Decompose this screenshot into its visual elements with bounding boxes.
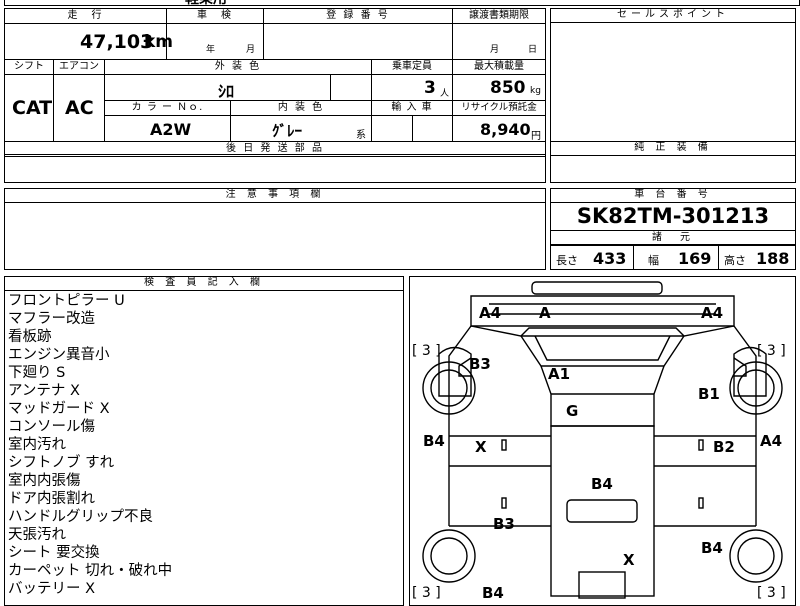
specs-label: 諸 元 [550,230,796,245]
tire-rear-right-grade: [ 3 ] [757,585,786,600]
capacity-label: 乗車定員 [371,59,453,75]
inspector-note: エンジン異音小 [8,347,110,363]
mark-a4-right: A4 [760,432,782,450]
inspector-note: 看板跡 [8,329,52,345]
sales-point-box [550,8,796,143]
max-load-unit: kg [530,86,541,96]
inspector-note: 下廻り S [8,365,66,381]
later-parts-label: 後 日 発 送 部 品 [4,141,546,157]
spec-height-label: 高さ [724,254,746,267]
mark-x-bed: X [623,551,635,569]
mark-g-roof: G [566,402,578,420]
mark-b3-front-left: B3 [469,355,491,373]
aircon-value: AC [65,97,94,119]
inspector-note: アンテナ X [8,383,80,399]
chassis-number: SK82TM-301213 [576,204,770,228]
interior-color-suffix: 系 [356,130,366,141]
mark-b1-front-right: B1 [698,385,720,403]
inspector-note: シフトノブ すれ [8,455,115,471]
exterior-color-value: ｼﾛ [218,82,235,101]
capacity-value: 3 [424,78,436,98]
mileage-label: 走 行 [4,8,167,24]
inspection-label: 車 検 [166,8,264,24]
color-no-label: カ ラ ー Ｎｏ. [104,100,231,116]
spec-length-value: 433 [593,249,627,268]
inspector-note: 室内汚れ [8,437,66,453]
mileage-value: 47,103 [80,31,154,53]
import-label: 輸 入 車 [371,100,453,116]
import-cell-b [412,115,453,142]
spec-width-value: 169 [678,249,712,268]
mark-b4-bottom: B4 [482,584,504,600]
inspection-year-unit: 年 [206,45,216,55]
inspector-note: フロントピラー U [8,293,125,309]
sales-point-label: セールスポイント [550,8,796,23]
inspector-note: 室内内張傷 [8,473,81,489]
inspection-month-unit: 月 [246,45,256,55]
import-cell-a [371,115,413,142]
later-parts-cell [4,156,546,183]
genuine-equipment-label: 純 正 装 備 [550,141,796,156]
inspector-note: マフラー改造 [8,311,95,327]
max-load-value: 850 [490,78,526,98]
inspector-note: ハンドルグリップ不良 [8,509,153,525]
mark-b4-rear-right: B4 [701,539,723,557]
inspector-note: カーペット 切れ・破れ中 [8,563,173,579]
caution-label: 注 意 事 項 欄 [4,188,546,203]
chassis-label: 車 台 番 号 [550,188,796,203]
inspector-note: バッテリー X [8,581,96,597]
transfer-month-unit: 月 [490,45,500,55]
mark-a1-windshield: A1 [548,365,570,383]
recycle-label: リサイクル預託金 [452,100,546,116]
spec-length-label: 長さ [556,254,578,267]
color-no-value: A2W [150,120,192,139]
transfer-day-unit: 日 [528,45,538,55]
exterior-color-label: 外 装 色 [104,59,372,75]
registration-label: 登 録 番 号 [263,8,453,24]
exterior-color-sub-cell [330,74,372,101]
capacity-unit: 人 [440,89,450,99]
top-strip [4,0,800,6]
mark-a4-top-left: A4 [479,304,501,322]
mark-a4-top-right: A4 [701,304,723,322]
inspector-note: ドア内張割れ [8,491,95,507]
tire-front-left-grade: [ 3 ] [412,343,441,359]
tire-rear-left-grade: [ 3 ] [412,585,441,600]
recycle-value: 8,940 [480,120,531,139]
spec-height-value: 188 [756,249,790,268]
recycle-unit: 円 [531,131,541,142]
mark-b4-bed: B4 [591,475,613,493]
inspector-note: マッドガード X [8,401,110,417]
registration-cell [263,23,453,60]
mark-b4-left: B4 [423,432,445,450]
inspector-note: シート 要交換 [8,545,100,561]
mark-x-left-door: X [475,438,487,456]
transfer-label: 譲渡書類期限 [452,8,546,24]
inspector-label: 検 査 員 記 入 欄 [4,276,404,291]
vehicle-diagram: A4 A A4 B3 A1 B1 G B4 X B2 A4 B4 B3 X B4… [412,281,786,600]
top-strip-cut-text: 軽乗用 [185,0,227,8]
inspector-note: コンソール傷 [8,419,95,435]
inspector-notes: フロントピラー U マフラー改造 看板跡エンジン異音小 下廻り S アンテナ X マッドガ… [4,292,404,602]
interior-color-value: ｸﾞﾚｰ [272,122,303,140]
mark-b3-rear-left: B3 [493,515,515,533]
shift-value: CAT [12,97,53,119]
tire-front-right-grade: [ 3 ] [757,343,786,359]
mark-a-top: A [539,304,551,322]
inspector-note: 天張汚れ [8,527,66,543]
interior-color-label: 内 装 色 [230,100,372,116]
spec-width-label: 幅 [648,254,659,267]
mark-b2-right-door: B2 [713,438,735,456]
aircon-label: エアコン [53,59,105,75]
max-load-label: 最大積載量 [452,59,546,75]
shift-label: シフト [4,59,54,75]
